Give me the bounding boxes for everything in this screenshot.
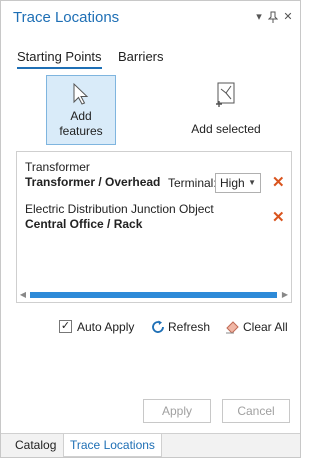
pin-icon[interactable]	[267, 11, 279, 23]
chevron-down-icon: ▼	[248, 178, 256, 187]
terminal-value: High	[220, 176, 245, 190]
scroll-right-icon[interactable]: ▶	[280, 289, 290, 301]
add-selected-label: Add selected	[191, 122, 261, 136]
list-actions: ✓ Auto Apply Refresh Clear All	[1, 319, 300, 339]
list-item[interactable]: Transformer Transformer / Overhead Termi…	[25, 160, 287, 193]
scroll-left-icon[interactable]: ◀	[18, 289, 28, 301]
eraser-icon[interactable]	[224, 318, 241, 335]
auto-apply-checkbox[interactable]: ✓	[59, 320, 72, 333]
remove-location-icon[interactable]: ✕	[272, 208, 285, 226]
add-features-label-2: features	[59, 124, 103, 138]
remove-location-icon[interactable]: ✕	[272, 173, 285, 191]
terminal-dropdown[interactable]: High ▼	[215, 173, 261, 193]
list-item[interactable]: Electric Distribution Junction Object Ce…	[25, 202, 287, 232]
add-selected-button[interactable]: Add selected	[189, 75, 263, 145]
tab-catalog[interactable]: Catalog	[9, 434, 62, 457]
location-type: Electric Distribution Junction Object	[25, 202, 214, 216]
starting-points-list: Transformer Transformer / Overhead Termi…	[16, 151, 292, 303]
refresh-icon[interactable]	[150, 319, 166, 335]
tab-starting-points[interactable]: Starting Points	[17, 49, 102, 69]
apply-button[interactable]: Apply	[143, 399, 211, 423]
pane-menu-icon[interactable]: ▾	[253, 11, 265, 23]
trace-locations-pane: Trace Locations ▾ ✕ Starting Points Barr…	[0, 0, 301, 458]
add-features-label-1: Add	[70, 109, 92, 123]
location-name: Central Office / Rack	[25, 217, 143, 231]
terminal-label: Terminal:	[168, 176, 217, 190]
auto-apply-label[interactable]: Auto Apply	[77, 320, 134, 334]
pane-titlebar: Trace Locations ▾ ✕	[1, 1, 300, 33]
clear-all-button[interactable]: Clear All	[243, 320, 288, 334]
bottom-tab-strip: Catalog Trace Locations	[1, 433, 300, 457]
select-feature-icon	[216, 82, 235, 107]
cursor-arrow-icon	[73, 82, 89, 105]
close-icon[interactable]: ✕	[282, 11, 294, 23]
tab-barriers[interactable]: Barriers	[118, 49, 164, 64]
cancel-button[interactable]: Cancel	[222, 399, 290, 423]
tab-trace-locations[interactable]: Trace Locations	[63, 434, 162, 457]
refresh-button[interactable]: Refresh	[168, 320, 210, 334]
add-features-button[interactable]: Add features	[46, 75, 116, 145]
scrollbar-thumb[interactable]	[30, 292, 277, 298]
horizontal-scrollbar[interactable]: ◀ ▶	[18, 289, 290, 301]
pane-title: Trace Locations	[13, 9, 120, 26]
